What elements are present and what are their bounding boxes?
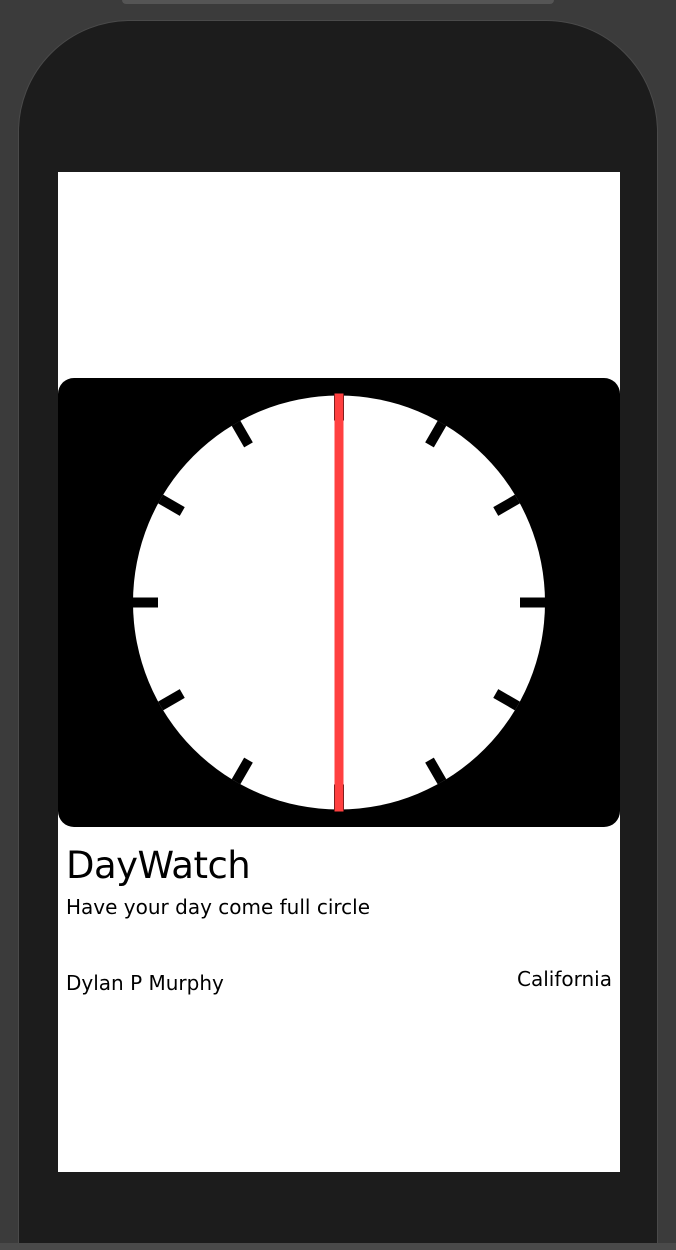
simulator-window: DayWatch Have your day come full circle …	[0, 0, 676, 1250]
window-bottom-edge	[0, 1243, 676, 1250]
app-title: DayWatch	[66, 844, 251, 887]
location-label: California	[517, 967, 612, 991]
clock-dial	[133, 393, 545, 812]
window-top-bar	[122, 0, 554, 4]
app-subtitle: Have your day come full circle	[66, 895, 371, 919]
app-screen: DayWatch Have your day come full circle …	[58, 172, 620, 1172]
author-name: Dylan P Murphy	[66, 971, 224, 995]
clock-card	[58, 378, 620, 827]
